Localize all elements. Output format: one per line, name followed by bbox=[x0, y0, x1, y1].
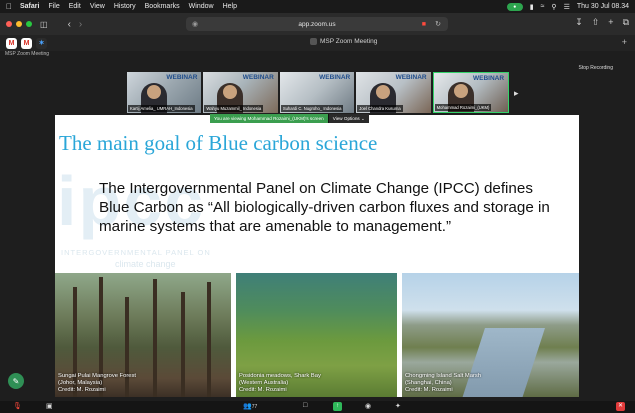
gallery-next-page-icon[interactable]: ▸ bbox=[514, 88, 519, 99]
active-tab[interactable]: MSP Zoom Meeting bbox=[310, 38, 377, 45]
search-icon[interactable]: ⚲ bbox=[551, 3, 556, 11]
shared-screen-slide: ipcc INTERGOVERNMENTAL PANEL ON climate … bbox=[55, 115, 579, 397]
slide-title: The main goal of Blue carbon science bbox=[59, 131, 378, 155]
viewing-screen-banner: You are viewing Mohammad Rozaimi_(UKM)'s… bbox=[210, 114, 369, 123]
view-options-button[interactable]: View Options ⌄ bbox=[327, 114, 369, 123]
meeting-label: MSP Zoom Meeting bbox=[5, 51, 50, 57]
webinar-banner: WEBINAR bbox=[395, 74, 427, 81]
ipcc-watermark-text: INTERGOVERNMENTAL PANEL ON bbox=[61, 248, 211, 257]
tab-overview-icon[interactable]: ⧉ bbox=[623, 17, 629, 28]
zoom-favicon-icon bbox=[310, 38, 317, 45]
participant-tile[interactable]: WEBINAR Kartij Amelia_ UMRAH_Indonesia bbox=[127, 72, 202, 113]
reload-icon[interactable]: ↻ bbox=[435, 20, 441, 28]
participant-name: Joel Chandra Kusuma bbox=[357, 105, 403, 112]
menu-bookmarks[interactable]: Bookmarks bbox=[145, 3, 180, 10]
webinar-banner: WEBINAR bbox=[472, 75, 505, 82]
photo-caption: Chongming Island Salt Marsh (Shanghai, C… bbox=[405, 373, 482, 393]
control-center-icon[interactable]: ☰ bbox=[564, 3, 570, 11]
end-meeting-icon[interactable]: ✕ bbox=[616, 402, 625, 411]
ipcc-watermark-subtext: climate change bbox=[115, 259, 176, 269]
webinar-banner: WEBINAR bbox=[319, 74, 351, 81]
share-screen-icon[interactable]: ↑ bbox=[333, 402, 342, 411]
downloads-icon[interactable]: ↧ bbox=[575, 17, 583, 28]
menu-clock[interactable]: Thu 30 Jul 08.34 bbox=[577, 3, 629, 10]
participant-gallery: WEBINAR Kartij Amelia_ UMRAH_Indonesia W… bbox=[127, 72, 510, 113]
participant-tile-active-speaker[interactable]: WEBINAR Mohammad Rozaimi_(UKM) bbox=[432, 72, 510, 113]
add-tab-icon[interactable]: + bbox=[622, 37, 627, 47]
menu-file[interactable]: File bbox=[48, 3, 59, 10]
participant-name: Mohammad Rozaimi_(UKM) bbox=[434, 104, 492, 111]
menu-window[interactable]: Window bbox=[189, 3, 214, 10]
forward-icon[interactable]: › bbox=[79, 19, 82, 30]
camera-in-use-icon[interactable]: ■ bbox=[422, 21, 426, 28]
mangrove-photo: Sungai Pulai Mangrove Forest (Johor, Mal… bbox=[55, 273, 231, 397]
participant-face bbox=[453, 84, 468, 98]
webinar-banner: WEBINAR bbox=[242, 74, 274, 81]
macos-menu-bar:  Safari File Edit View History Bookmark… bbox=[0, 0, 635, 13]
screen-recording-indicator[interactable]: ● bbox=[506, 2, 523, 11]
wifi-icon[interactable]: ≈ bbox=[541, 3, 545, 10]
address-bar[interactable]: ◉ app.zoom.us ■ ↻ bbox=[186, 17, 448, 31]
chat-icon[interactable]: □ bbox=[303, 402, 307, 409]
participant-tile[interactable]: WEBINAR Joel Chandra Kusuma bbox=[356, 72, 431, 113]
slide-body-text: The Intergovernmental Panel on Climate C… bbox=[99, 180, 550, 235]
video-camera-icon[interactable]: ▣ bbox=[46, 402, 53, 410]
battery-icon[interactable]: ▮ bbox=[530, 3, 534, 11]
sidebar-toggle-icon[interactable]: ◫ bbox=[40, 20, 48, 29]
zoom-window-icon[interactable] bbox=[26, 21, 32, 27]
close-window-icon[interactable] bbox=[6, 21, 12, 27]
annotate-pencil-icon[interactable]: ✎ bbox=[8, 373, 24, 389]
gmail-favorite-icon-2[interactable]: M bbox=[21, 37, 32, 49]
menu-history[interactable]: History bbox=[114, 3, 136, 10]
apple-icon[interactable]:  bbox=[6, 2, 12, 11]
record-icon[interactable]: ◉ bbox=[365, 402, 371, 410]
participant-tile[interactable]: WEBINAR Suhardi C. Nugroho_ Indonesia bbox=[279, 72, 355, 113]
star-favorite-icon[interactable]: ✶ bbox=[36, 37, 47, 49]
viewing-screen-text: You are viewing Mohammad Rozaimi_(UKM)'s… bbox=[210, 114, 328, 123]
participants-button[interactable]: 👥77 bbox=[243, 402, 257, 410]
participant-face bbox=[147, 85, 161, 99]
participant-name: Kartij Amelia_ UMRAH_Indonesia bbox=[128, 105, 195, 112]
zoom-control-bar: 🎙 ▣ 👥77 □ ↑ ◉ ✦ ✕ bbox=[0, 401, 635, 413]
salt-marsh-photo: Chongming Island Salt Marsh (Shanghai, C… bbox=[402, 273, 579, 397]
gmail-favorite-icon[interactable]: M bbox=[6, 37, 17, 49]
participants-count: 77 bbox=[251, 404, 258, 410]
participant-name: Wahyu Muzammil_ Indonesia bbox=[204, 105, 264, 112]
share-icon[interactable]: ⇧ bbox=[592, 17, 600, 28]
participant-name: Suhardi C. Nugroho_ Indonesia bbox=[280, 105, 344, 112]
active-tab-title: MSP Zoom Meeting bbox=[320, 38, 378, 45]
minimize-window-icon[interactable] bbox=[16, 21, 22, 27]
menu-app-name[interactable]: Safari bbox=[20, 3, 39, 10]
menu-view[interactable]: View bbox=[90, 3, 105, 10]
back-icon[interactable]: ‹ bbox=[68, 19, 71, 30]
safari-toolbar: ◫ ‹ › ◉ app.zoom.us ■ ↻ ↧ ⇧ + ⧉ bbox=[0, 13, 635, 35]
privacy-shield-icon[interactable]: ◉ bbox=[192, 20, 198, 28]
stop-recording-button[interactable]: Stop Recording bbox=[579, 65, 613, 71]
photo-caption: Posidonia meadows, Shark Bay (Western Au… bbox=[239, 373, 321, 393]
zoom-meeting-area: MSP Zoom Meeting Stop Recording WEBINAR … bbox=[0, 51, 635, 401]
photo-caption: Sungai Pulai Mangrove Forest (Johor, Mal… bbox=[58, 373, 136, 393]
unmute-microphone-icon[interactable]: 🎙 bbox=[13, 402, 22, 410]
tab-bar: M M ✶ MSP Zoom Meeting + bbox=[0, 35, 635, 51]
seagrass-photo: Posidonia meadows, Shark Bay (Western Au… bbox=[236, 273, 397, 397]
webinar-banner: WEBINAR bbox=[166, 74, 198, 81]
reactions-icon[interactable]: ✦ bbox=[395, 402, 401, 410]
menu-edit[interactable]: Edit bbox=[69, 3, 81, 10]
url-text: app.zoom.us bbox=[298, 20, 336, 28]
new-tab-icon[interactable]: + bbox=[608, 17, 613, 28]
participant-tile[interactable]: WEBINAR Wahyu Muzammil_ Indonesia bbox=[203, 72, 278, 113]
menu-help[interactable]: Help bbox=[223, 3, 237, 10]
